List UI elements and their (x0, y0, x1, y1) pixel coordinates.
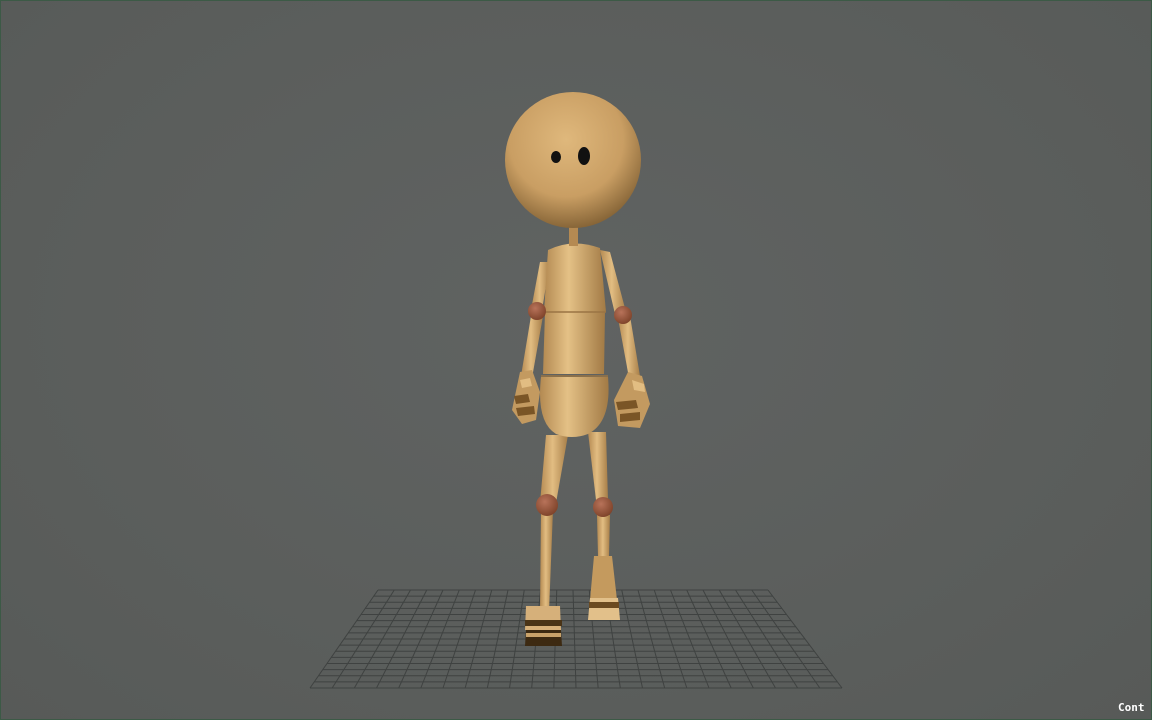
left-forearm (521, 316, 543, 378)
right-shin (597, 515, 610, 556)
left-thigh (540, 435, 568, 503)
left-eye (551, 151, 561, 163)
pelvis (540, 377, 609, 437)
neck (569, 226, 578, 246)
left-shin (540, 510, 553, 612)
right-hand (614, 372, 650, 428)
3d-viewport[interactable]: Cont (0, 0, 1152, 720)
head (505, 92, 641, 228)
left-hand (512, 370, 540, 424)
viewport-hud-label: Cont (1118, 701, 1145, 714)
viewport-scene (309, 92, 843, 689)
left-foot (525, 606, 562, 646)
left-elbow-joint (528, 302, 546, 320)
chest (544, 243, 606, 312)
right-forearm (618, 316, 640, 378)
right-foot (588, 556, 620, 620)
left-knee-joint (536, 494, 558, 516)
right-knee-joint (593, 497, 613, 517)
right-elbow-joint (614, 306, 632, 324)
right-eye (578, 147, 590, 165)
right-thigh (588, 432, 608, 500)
character-model (505, 92, 650, 646)
ground-grid (309, 589, 843, 689)
abdomen (543, 312, 605, 374)
